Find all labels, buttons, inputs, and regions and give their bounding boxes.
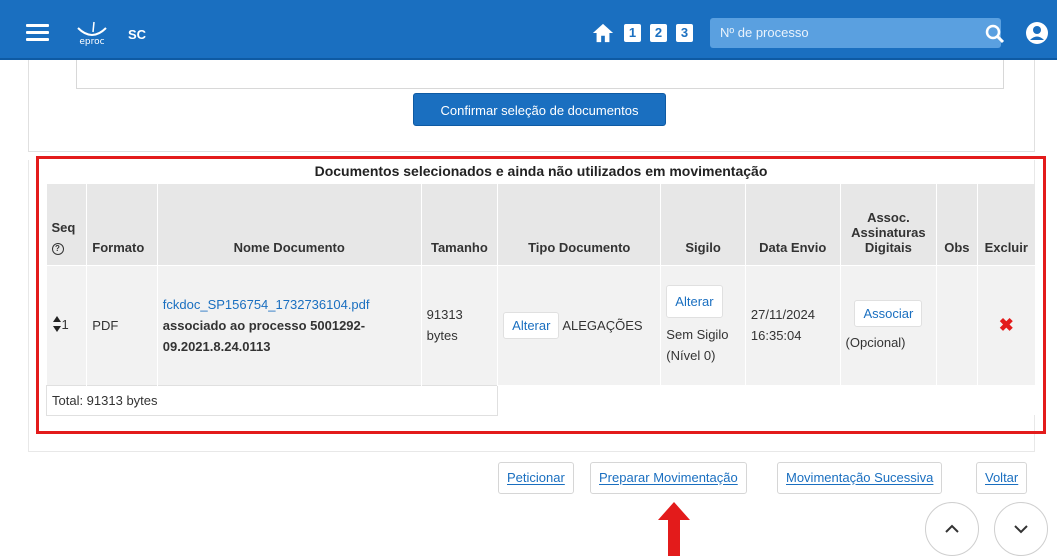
- home-icon[interactable]: [592, 22, 614, 44]
- column-header-sigilo: Sigilo: [660, 184, 746, 265]
- scroll-down-button[interactable]: [994, 502, 1048, 556]
- voltar-button[interactable]: Voltar: [976, 462, 1028, 494]
- column-header-formato: Formato: [86, 184, 158, 265]
- empty-cell: [497, 385, 1036, 415]
- total-cell: Total: 91313 bytes: [45, 384, 499, 416]
- state-label: SC: [128, 27, 147, 42]
- red-arrow-up-icon: [658, 502, 690, 556]
- document-type-cell: Alterar ALEGAÇÕES: [497, 264, 662, 385]
- help-icon[interactable]: ?: [51, 239, 82, 255]
- obs-cell: [936, 264, 978, 385]
- associate-button[interactable]: Associar: [854, 300, 923, 328]
- secrecy-cell: Alterar Sem Sigilo (Nível 0): [660, 264, 746, 385]
- format-cell: PDF: [86, 264, 158, 385]
- hamburger-menu-icon[interactable]: [26, 24, 49, 42]
- nav-number-3-button[interactable]: 3: [676, 24, 693, 42]
- column-header-seq: Seq ?: [46, 184, 88, 265]
- alter-type-button[interactable]: Alterar: [503, 311, 560, 339]
- column-header-nome: Nome Documento: [157, 184, 422, 265]
- column-header-tamanho: Tamanho: [421, 184, 499, 265]
- column-header-assoc: Assoc. Assinaturas Digitais: [840, 184, 938, 265]
- reorder-arrows-icon[interactable]: [52, 315, 62, 336]
- column-header-tipo: Tipo Documento: [497, 184, 662, 265]
- preparar-movimentacao-button[interactable]: Preparar Movimentação: [590, 462, 747, 494]
- table-row: 1 PDF fckdoc_SP156754_1732736104.pdf ass…: [46, 264, 1036, 385]
- search-icon[interactable]: [985, 24, 1005, 44]
- confirm-selection-button[interactable]: Confirmar seleção de documentos: [413, 93, 666, 126]
- logo-text: eproc: [79, 37, 105, 47]
- column-header-excluir: Excluir: [977, 184, 1036, 265]
- seq-label: Seq: [51, 219, 76, 235]
- selected-documents-table: Seq ? Formato Nome Documento Tamanho Tip…: [45, 184, 1036, 416]
- highlight-box: Documentos selecionados e ainda não util…: [36, 156, 1046, 434]
- user-account-icon[interactable]: [1025, 21, 1049, 45]
- peticionar-button[interactable]: Peticionar: [498, 462, 574, 494]
- chevron-down-icon: [1014, 525, 1028, 534]
- alter-secrecy-button[interactable]: Alterar: [666, 284, 723, 318]
- delete-icon[interactable]: ✖: [999, 315, 1014, 335]
- column-header-data: Data Envio: [745, 184, 841, 265]
- column-header-obs: Obs: [936, 184, 978, 265]
- table-title: Documentos selecionados e ainda não util…: [314, 163, 768, 179]
- signatures-cell: Associar (Opcional): [840, 264, 938, 385]
- total-row: Total: 91313 bytes: [45, 384, 1036, 416]
- document-type-value: ALEGAÇÕES: [562, 317, 643, 333]
- secrecy-value: Sem Sigilo (Nível 0): [666, 326, 729, 363]
- process-search-input[interactable]: Nº de processo: [710, 18, 1001, 48]
- scroll-up-button[interactable]: [925, 502, 979, 556]
- document-name-cell: fckdoc_SP156754_1732736104.pdf associado…: [157, 264, 422, 385]
- size-cell: 91313 bytes: [421, 264, 499, 385]
- document-list-box: [76, 60, 1004, 89]
- delete-cell: ✖: [977, 264, 1036, 385]
- seq-cell: 1: [46, 264, 88, 385]
- nav-number-1-button[interactable]: 1: [624, 24, 641, 42]
- chevron-up-icon: [945, 524, 959, 533]
- eproc-logo: eproc: [74, 20, 110, 50]
- document-file-link[interactable]: fckdoc_SP156754_1732736104.pdf: [163, 294, 416, 315]
- movimentacao-sucessiva-button[interactable]: Movimentação Sucessiva: [777, 462, 943, 494]
- nav-number-2-button[interactable]: 2: [650, 24, 667, 42]
- help-mark: ?: [51, 242, 64, 255]
- top-bar: eproc SC 1 2 3 Nº de processo: [0, 0, 1057, 60]
- document-description: associado ao processo 5001292-09.2021.8.…: [162, 317, 366, 354]
- seq-value: 1: [61, 316, 69, 332]
- optional-note: (Opcional): [845, 335, 906, 351]
- date-cell: 27/11/2024 16:35:04: [745, 264, 841, 385]
